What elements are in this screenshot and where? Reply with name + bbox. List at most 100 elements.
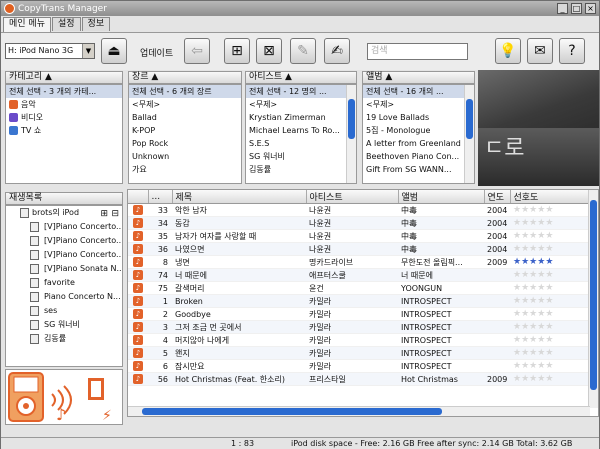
rating-star-icon[interactable]: ★ [521,205,529,215]
add-track-button[interactable]: ⊞ [224,38,250,64]
rating-star-icon[interactable]: ★ [545,348,553,358]
column-header[interactable]: ... [148,190,173,204]
grid-hscrollbar[interactable] [128,406,590,416]
search-input[interactable]: 검색 [367,43,468,60]
table-row[interactable]: ♪ 34 동감 나윤권 中毒 2004 ★★★★★ [128,216,590,230]
table-row[interactable]: ♪ 33 악한 남자 나윤권 中毒 2004 ★★★★★ [128,203,590,217]
column-header[interactable]: 제목 [172,190,307,204]
mail-button[interactable]: ✉ [527,38,553,64]
rating-star-icon[interactable]: ★ [521,296,529,306]
list-item[interactable]: Gift From SG WANN... [363,163,474,176]
rating-cell[interactable]: ★★★★★ [510,333,590,347]
rating-star-icon[interactable]: ★ [513,309,521,319]
rating-star-icon[interactable]: ★ [545,335,553,345]
list-item[interactable]: 김동률 [246,163,356,176]
rating-star-icon[interactable]: ★ [513,257,521,267]
list-item[interactable]: Krystian Zimerman [246,111,356,124]
rating-star-icon[interactable]: ★ [521,218,529,228]
table-row[interactable]: ♪ 36 나였으면 나윤권 中毒 2004 ★★★★★ [128,242,590,256]
rating-star-icon[interactable]: ★ [545,296,553,306]
maximize-button[interactable]: □ [571,3,582,14]
table-row[interactable]: ♪ 2 Goodbye 카밀라 INTROSPECT ★★★★★ [128,307,590,321]
playlist-item[interactable]: 김동률 [6,332,122,346]
genre-header[interactable]: 장르 ▲ [128,71,242,84]
rating-cell[interactable]: ★★★★★ [510,307,590,321]
rating-star-icon[interactable]: ★ [521,270,529,280]
list-item[interactable]: 전체 선택 - 12 명의 ... [246,85,356,98]
rating-star-icon[interactable]: ★ [513,335,521,345]
table-row[interactable]: ♪ 5 왠지 카밀라 INTROSPECT ★★★★★ [128,346,590,360]
table-row[interactable]: ♪ 4 머지않아 나에게 카밀라 INTROSPECT ★★★★★ [128,333,590,347]
list-item[interactable]: <무제> [363,98,474,111]
table-row[interactable]: ♪ 74 너 때문에 애프터스쿨 너 때문에 ★★★★★ [128,268,590,282]
rating-star-icon[interactable]: ★ [521,322,529,332]
device-root[interactable]: brots의 iPod ⊞ ⊟ [6,206,122,220]
rating-star-icon[interactable]: ★ [521,283,529,293]
playlist-item[interactable]: ses [6,304,122,318]
album-header[interactable]: 앨범 ▲ [362,71,475,84]
edit-tags-button[interactable]: ✎ [290,38,316,64]
chevron-down-icon[interactable]: ▼ [82,44,94,58]
playlist-item[interactable]: SG 워너비 [6,318,122,332]
remove-playlist-icon[interactable]: ⊟ [111,207,119,220]
rating-star-icon[interactable]: ★ [513,283,521,293]
grid-vscrollbar[interactable] [588,190,598,408]
rating-star-icon[interactable]: ★ [545,231,553,241]
list-item[interactable]: TV 쇼 [6,124,122,137]
rating-star-icon[interactable]: ★ [545,361,553,371]
playlist-item[interactable]: [V]Piano Concerto... [6,234,122,248]
rating-star-icon[interactable]: ★ [513,218,521,228]
rating-star-icon[interactable]: ★ [513,244,521,254]
rating-star-icon[interactable]: ★ [521,335,529,345]
album-scrollbar[interactable] [464,85,474,183]
rating-cell[interactable]: ★★★★★ [510,203,590,217]
list-item[interactable]: 전체 선택 - 6 개의 장르 [129,85,241,98]
rating-star-icon[interactable]: ★ [545,270,553,280]
tab-settings[interactable]: 설정 [51,17,81,31]
rating-star-icon[interactable]: ★ [545,374,553,384]
rating-star-icon[interactable]: ★ [521,361,529,371]
rating-star-icon[interactable]: ★ [521,244,529,254]
list-item[interactable]: <무제> [246,98,356,111]
artist-header[interactable]: 아티스트 ▲ [245,71,357,84]
update-button[interactable]: ⇦ [184,38,210,64]
artist-scrollbar[interactable] [346,85,356,183]
list-item[interactable]: 전체 선택 - 3 개의 카테... [6,85,122,98]
playlist-item[interactable]: Piano Concerto N... [6,290,122,304]
rating-star-icon[interactable]: ★ [513,270,521,280]
list-item[interactable]: Unknown [129,150,241,163]
rating-star-icon[interactable]: ★ [545,205,553,215]
close-button[interactable]: × [585,3,596,14]
list-item[interactable]: Michael Learns To Ro... [246,124,356,137]
list-item[interactable]: 전체 선택 - 16 개의 ... [363,85,474,98]
column-header[interactable]: 선호도 [510,190,591,204]
tips-button[interactable]: 💡 [495,38,521,64]
rating-star-icon[interactable]: ★ [521,348,529,358]
rating-star-icon[interactable]: ★ [513,348,521,358]
edit-button[interactable]: ✍ [324,38,350,64]
tab-info[interactable]: 정보 [81,17,111,31]
rating-cell[interactable]: ★★★★★ [510,294,590,308]
add-playlist-icon[interactable]: ⊞ [100,207,108,220]
table-row[interactable]: ♪ 1 Broken 카밀라 INTROSPECT ★★★★★ [128,294,590,308]
rating-cell[interactable]: ★★★★★ [510,229,590,243]
delete-track-button[interactable]: ⊠ [256,38,282,64]
rating-star-icon[interactable]: ★ [513,361,521,371]
table-row[interactable]: ♪ 6 잠시만요 카밀라 INTROSPECT ★★★★★ [128,359,590,373]
list-item[interactable]: A letter from Greenland [363,137,474,150]
rating-cell[interactable]: ★★★★★ [510,242,590,256]
rating-cell[interactable]: ★★★★★ [510,359,590,373]
rating-star-icon[interactable]: ★ [521,231,529,241]
column-header[interactable]: 연도 [484,190,511,204]
rating-cell[interactable]: ★★★★★ [510,320,590,334]
rating-star-icon[interactable]: ★ [513,231,521,241]
rating-star-icon[interactable]: ★ [513,205,521,215]
table-row[interactable]: ♪ 8 냉면 명카드라이브 무한도전 올림픽... 2009 ★★★★★ [128,255,590,269]
table-row[interactable]: ♪ 3 그저 조금 먼 곳에서 카밀라 INTROSPECT ★★★★★ [128,320,590,334]
table-row[interactable]: ♪ 56 Hot Christmas (Feat. 한소리) 프리스타일 Hot Chr… [128,372,590,386]
rating-star-icon[interactable]: ★ [545,218,553,228]
rating-cell[interactable]: ★★★★★ [510,346,590,360]
rating-star-icon[interactable]: ★ [521,374,529,384]
eject-button[interactable]: ⏏ [101,38,127,64]
playlist-item[interactable]: [V]Piano Concerto... [6,248,122,262]
